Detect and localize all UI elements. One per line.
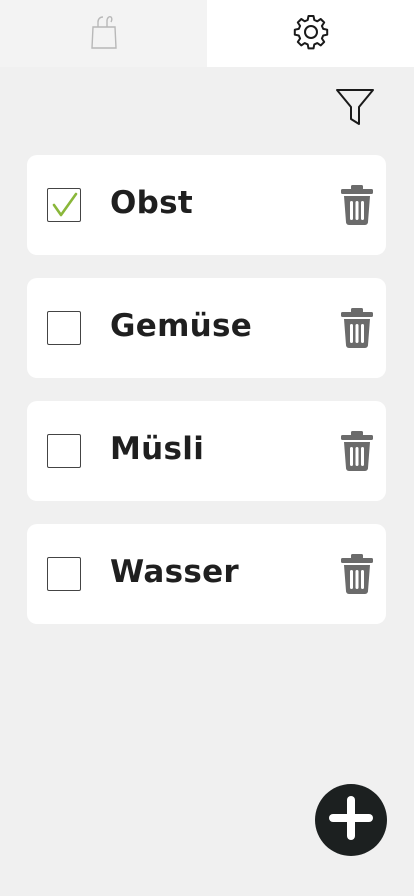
item-checkbox[interactable] (47, 188, 81, 222)
item-label: Obst (110, 185, 194, 221)
trash-icon (341, 308, 373, 348)
trash-icon (341, 185, 373, 225)
item-checkbox[interactable] (47, 434, 81, 468)
filter-button[interactable] (334, 86, 376, 128)
list-item: Müsli (27, 401, 386, 501)
trash-icon (341, 431, 373, 471)
list-item: Wasser (27, 524, 386, 624)
shopping-bag-icon (90, 14, 118, 54)
item-label: Wasser (110, 554, 240, 590)
item-checkbox[interactable] (47, 311, 81, 345)
delete-button[interactable] (339, 308, 375, 348)
trash-icon (341, 554, 373, 594)
delete-button[interactable] (339, 185, 375, 225)
shopping-list: Obst Gemüse Müsli Wasser (27, 155, 386, 647)
item-label: Müsli (110, 431, 205, 467)
item-checkbox[interactable] (47, 557, 81, 591)
tab-settings[interactable] (207, 0, 414, 67)
plus-icon (325, 792, 377, 848)
check-icon (52, 192, 78, 217)
list-item: Obst (27, 155, 386, 255)
tab-shopping-bags[interactable] (0, 0, 207, 67)
add-item-button[interactable] (315, 784, 387, 856)
item-label: Gemüse (110, 308, 253, 344)
filter-icon (334, 89, 376, 132)
gear-icon (293, 14, 329, 54)
delete-button[interactable] (339, 431, 375, 471)
delete-button[interactable] (339, 554, 375, 594)
list-item: Gemüse (27, 278, 386, 378)
tab-bar (0, 0, 414, 67)
